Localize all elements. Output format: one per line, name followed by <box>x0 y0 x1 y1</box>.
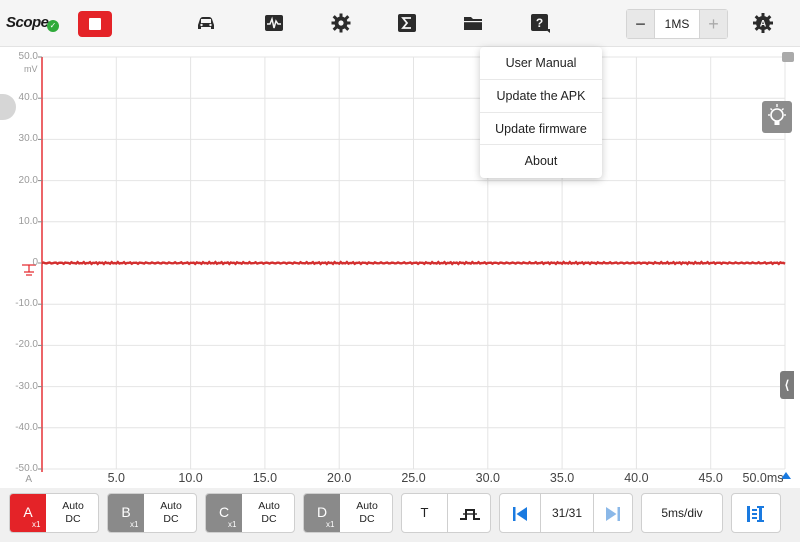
chevron-left-icon: ⟨ <box>784 378 790 392</box>
y-tick-label: -40.0 <box>15 421 38 433</box>
x-tick-label: 50.0ms <box>742 471 784 485</box>
frame-counter: 31/31 <box>551 506 583 520</box>
channel-d-mode-auto: Auto <box>356 500 378 512</box>
collapse-panel-button[interactable]: ⟨ <box>780 371 794 399</box>
y-tick-label: 20.0 <box>18 174 38 186</box>
svg-text:A: A <box>760 19 767 29</box>
scope-plot[interactable] <box>0 48 800 488</box>
gear-icon <box>331 13 351 33</box>
x-tick-label: 40.0 <box>624 471 649 485</box>
channel-d-mode-dc: DC <box>359 513 375 525</box>
y-tick-label: -20.0 <box>15 339 38 351</box>
channel-d-scale: x1 <box>326 520 335 529</box>
menu-item-update-apk[interactable]: Update the APK <box>480 80 602 113</box>
x-tick-label: 30.0 <box>475 471 500 485</box>
trigger-edge-button[interactable] <box>448 494 491 532</box>
help-button[interactable]: ? <box>529 12 551 34</box>
help-menu: User Manual Update the APK Update firmwa… <box>480 47 602 178</box>
time-per-div-button[interactable]: 5ms/div <box>641 493 723 533</box>
channel-a-mode: Auto DC <box>48 500 98 526</box>
svg-text:?: ? <box>536 16 543 30</box>
cursor-measure-icon <box>747 505 764 522</box>
math-button[interactable] <box>396 12 418 34</box>
menu-item-about[interactable]: About <box>480 145 602 178</box>
timebase-decrease-button[interactable]: − <box>627 10 655 38</box>
vehicle-icon <box>198 17 214 29</box>
channel-a-letter: A <box>10 494 46 532</box>
channel-a-trace <box>41 260 786 266</box>
x-tick-label: 10.0 <box>178 471 203 485</box>
trigger-button[interactable]: T <box>402 494 447 532</box>
channel-b-mode-dc: DC <box>163 513 179 525</box>
frame-navigation: 31/31 <box>499 493 633 533</box>
connected-check-icon: ✓ <box>47 20 59 32</box>
stop-button[interactable] <box>78 11 112 37</box>
skip-back-icon <box>513 506 527 521</box>
y-tick-label: -30.0 <box>15 380 38 392</box>
sigma-icon <box>398 14 416 32</box>
channel-d-mode: Auto DC <box>342 500 392 526</box>
app-title: Scope <box>6 14 49 31</box>
channel-b-button[interactable]: B x1 Auto DC <box>107 493 197 533</box>
timebase-value: 1MS <box>664 17 690 31</box>
channel-b-mode-auto: Auto <box>160 500 182 512</box>
bottom-toolbar: A x1 Auto DC B x1 Auto DC C x1 Auto DC D… <box>0 488 800 542</box>
channel-c-button[interactable]: C x1 Auto DC <box>205 493 295 533</box>
timebase-increase-button[interactable]: + <box>699 10 727 38</box>
x-tick-label: 25.0 <box>401 471 426 485</box>
menu-item-user-manual[interactable]: User Manual <box>480 47 602 80</box>
x-tick-label: 35.0 <box>549 471 575 485</box>
y-tick-label: 30.0 <box>18 133 38 145</box>
skip-forward-icon <box>606 506 620 521</box>
top-toolbar: Scope ✓ ? − 1MS + A <box>0 0 800 47</box>
channel-b-mode: Auto DC <box>146 500 196 526</box>
channel-c-mode-auto: Auto <box>258 500 280 512</box>
channel-b-letter: B <box>108 494 144 532</box>
waveform-icon <box>265 15 283 31</box>
cursor-tool-button[interactable] <box>731 493 781 533</box>
files-button[interactable] <box>462 12 484 34</box>
folder-icon <box>464 17 482 30</box>
channel-a-button[interactable]: A x1 Auto DC <box>9 493 99 533</box>
y-tick-label: 10.0 <box>18 215 38 227</box>
channel-a-mode-dc: DC <box>65 513 81 525</box>
y-tick-label: -10.0 <box>15 298 38 310</box>
channel-marker-label: A <box>25 474 32 485</box>
y-tick-label: 50.0 <box>18 51 38 62</box>
channel-c-letter: C <box>206 494 242 532</box>
first-frame-button[interactable] <box>500 494 540 532</box>
trigger-edge-icon <box>459 508 480 520</box>
channel-a-mode-auto: Auto <box>62 500 84 512</box>
x-tick-label: 15.0 <box>252 471 278 485</box>
vehicle-button[interactable] <box>195 12 217 34</box>
x-tick-label: 20.0 <box>327 471 352 485</box>
help-icon: ? <box>531 14 550 33</box>
trigger-group: T <box>401 493 491 533</box>
y-axis-unit: mV <box>24 64 38 74</box>
waveform-button[interactable] <box>263 12 285 34</box>
channel-d-letter: D <box>304 494 340 532</box>
menu-item-update-firmware[interactable]: Update firmware <box>480 113 602 146</box>
lightbulb-button[interactable] <box>762 101 792 133</box>
auto-settings-icon: A <box>753 13 773 33</box>
x-tick-label: 5.0 <box>107 471 125 485</box>
channel-a-scale: x1 <box>32 520 41 529</box>
x-tick-label: 45.0 <box>698 471 723 485</box>
stop-icon <box>89 18 101 30</box>
channel-b-scale: x1 <box>130 520 139 529</box>
auto-settings-button[interactable]: A <box>752 12 774 34</box>
y-tick-label: -50.0 <box>15 463 38 474</box>
lightbulb-icon <box>768 104 786 125</box>
channel-c-scale: x1 <box>228 520 237 529</box>
channel-d-button[interactable]: D x1 Auto DC <box>303 493 393 533</box>
y-tick-label: 0 <box>32 257 38 268</box>
settings-button[interactable] <box>330 12 352 34</box>
last-frame-button[interactable] <box>594 494 632 532</box>
corner-tab[interactable] <box>782 52 794 62</box>
channel-c-mode-dc: DC <box>261 513 277 525</box>
timebase-stepper: − 1MS + <box>626 9 728 39</box>
channel-c-mode: Auto DC <box>244 500 294 526</box>
